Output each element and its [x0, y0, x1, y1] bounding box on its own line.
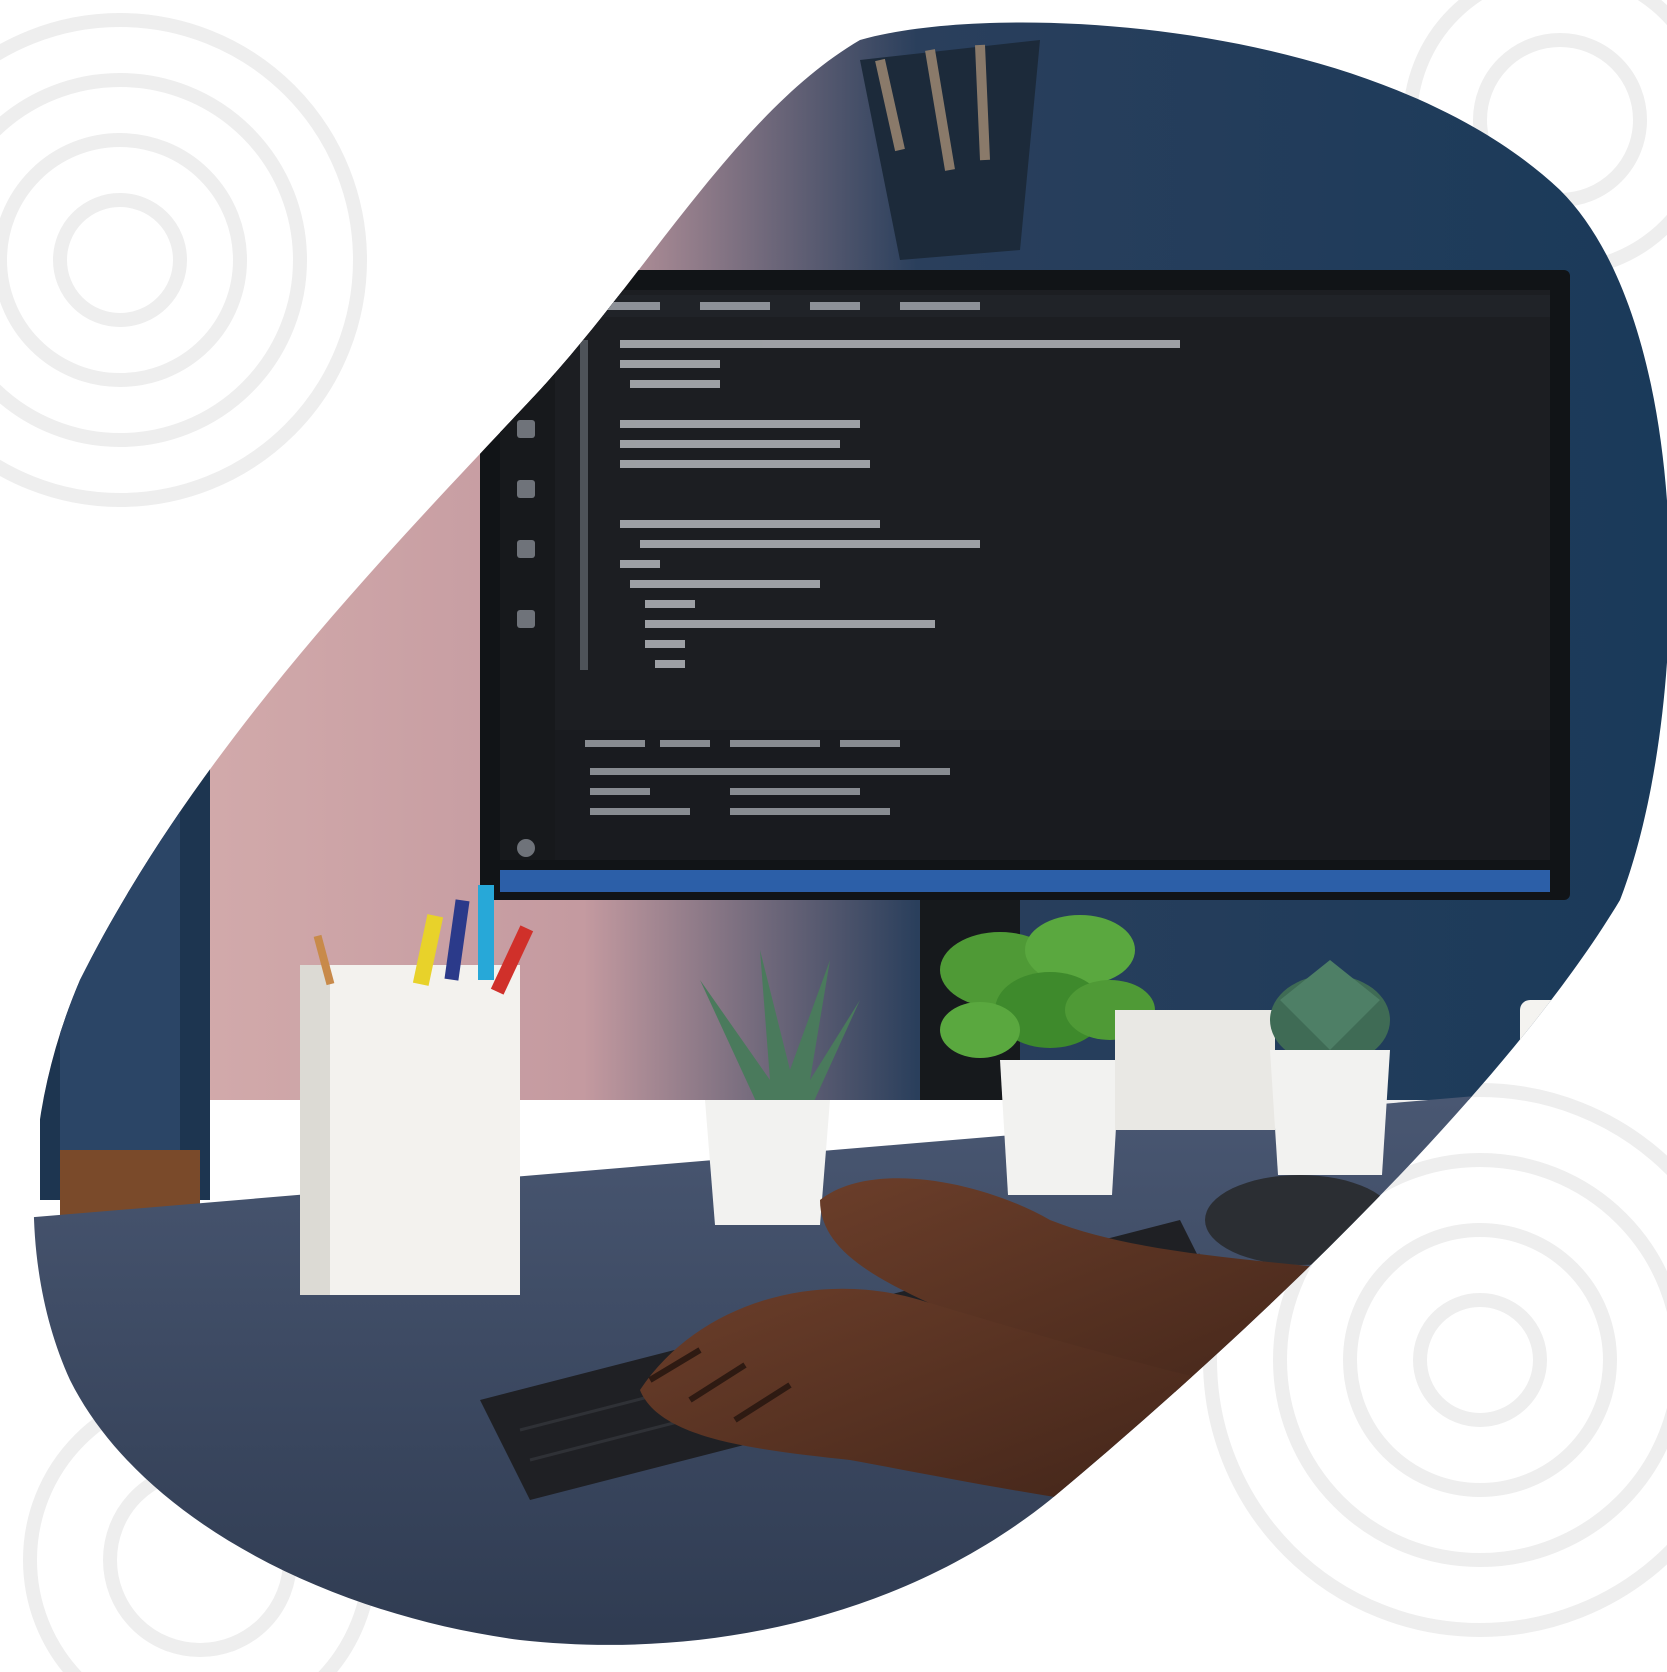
white-box — [1115, 1010, 1275, 1130]
line-numbers — [580, 340, 588, 670]
terminal-panel — [555, 730, 1550, 860]
pen-holder — [300, 965, 520, 1295]
scene-photo — [0, 0, 1667, 1672]
succulent-plant-right — [1270, 960, 1390, 1175]
computer-mouse — [1205, 1175, 1395, 1265]
photo-illustration — [0, 0, 1667, 1672]
photo-blob — [33, 22, 1667, 1645]
editor-status-bar — [500, 870, 1550, 892]
